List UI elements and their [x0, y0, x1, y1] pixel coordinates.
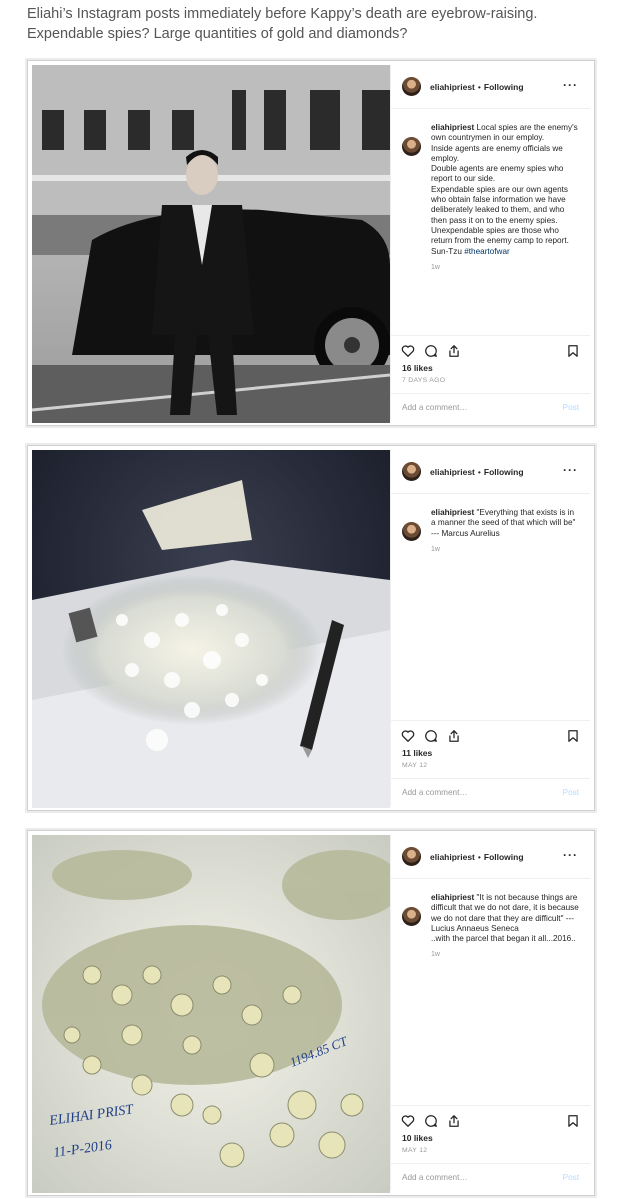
comment-icon[interactable] [424, 344, 438, 358]
caption-age: 1w [431, 951, 440, 959]
likes-count[interactable]: 10 likes [391, 1133, 590, 1143]
post-header: eliahipriest • Following ··· [391, 65, 590, 109]
username-link[interactable]: eliahipriest [430, 852, 475, 862]
post-caption: eliahipriest Local spies are the enemy's… [391, 109, 590, 273]
heart-icon[interactable] [401, 729, 415, 743]
action-bar [391, 335, 590, 363]
caption-avatar[interactable] [402, 907, 421, 926]
post-date: MAY 12 [402, 762, 428, 769]
likes-count[interactable]: 16 likes [391, 363, 590, 373]
hashtag-link[interactable]: #theartofwar [464, 247, 510, 256]
post-sidebar: eliahipriest • Following ··· eliahipries… [390, 835, 590, 1191]
post-comment-button[interactable]: Post [563, 1173, 579, 1182]
comment-icon[interactable] [424, 729, 438, 743]
avatar[interactable] [402, 847, 421, 866]
post-footer: 11 likes MAY 12 Add a comment… Post [391, 720, 590, 806]
caption-text: eliahipriest "Everything that exists is … [431, 508, 580, 555]
more-horizontal-icon[interactable]: ··· [563, 78, 578, 92]
following-button[interactable]: Following [484, 467, 524, 477]
intro-text: Eliahi’s Instagram posts immediately bef… [27, 6, 538, 42]
post-date: 7 DAYS AGO [402, 377, 446, 384]
username-link[interactable]: eliahipriest [430, 82, 475, 92]
photo-diamonds-handwriting-image: ELIHAI PRIST 11-P-2016 1194.85 CT [32, 835, 390, 1193]
share-icon[interactable] [447, 1114, 461, 1128]
bookmark-icon[interactable] [566, 344, 580, 358]
caption-username[interactable]: eliahipriest [431, 123, 474, 132]
caption-text: eliahipriest "It is not because things a… [431, 893, 580, 961]
comment-input[interactable]: Add a comment… [402, 1173, 468, 1182]
caption-avatar[interactable] [402, 522, 421, 541]
heart-icon[interactable] [401, 344, 415, 358]
more-horizontal-icon[interactable]: ··· [563, 848, 578, 862]
instagram-post-3: ELIHAI PRIST 11-P-2016 1194.85 CT eliahi… [27, 830, 595, 1196]
comment-box: Add a comment… Post [391, 393, 590, 421]
post-comment-button[interactable]: Post [563, 403, 579, 412]
following-button[interactable]: Following [484, 852, 524, 862]
post-header: eliahipriest • Following ··· [391, 450, 590, 494]
post-date: MAY 12 [402, 1147, 428, 1154]
separator-dot: • [477, 81, 481, 92]
post-footer: 16 likes 7 DAYS AGO Add a comment… Post [391, 335, 590, 421]
action-bar [391, 720, 590, 748]
likes-count[interactable]: 11 likes [391, 748, 590, 758]
comment-input[interactable]: Add a comment… [402, 403, 468, 412]
post-caption: eliahipriest "Everything that exists is … [391, 494, 590, 555]
heart-icon[interactable] [401, 1114, 415, 1128]
caption-username[interactable]: eliahipriest [431, 893, 474, 902]
post-sidebar: eliahipriest • Following ··· eliahipries… [390, 450, 590, 806]
caption-text: eliahipriest Local spies are the enemy's… [431, 123, 580, 273]
post-sidebar: eliahipriest • Following ··· eliahipries… [390, 65, 590, 421]
post-comment-button[interactable]: Post [563, 788, 579, 797]
avatar[interactable] [402, 462, 421, 481]
post-footer: 10 likes MAY 12 Add a comment… Post [391, 1105, 590, 1191]
share-icon[interactable] [447, 729, 461, 743]
post-header: eliahipriest • Following ··· [391, 835, 590, 879]
caption-body: Local spies are the enemy's own countrym… [431, 123, 578, 256]
instagram-post-2: eliahipriest • Following ··· eliahipries… [27, 445, 595, 811]
photo-man-by-car-image [32, 65, 390, 423]
post-photo-diamonds-pile[interactable] [32, 450, 390, 808]
photo-diamonds-pile-image [32, 450, 390, 808]
post-photo-man-by-car[interactable] [32, 65, 390, 423]
caption-avatar[interactable] [402, 137, 421, 156]
bookmark-icon[interactable] [566, 1114, 580, 1128]
bookmark-icon[interactable] [566, 729, 580, 743]
following-button[interactable]: Following [484, 82, 524, 92]
separator-dot: • [477, 851, 481, 862]
instagram-post-1: eliahipriest • Following ··· eliahipries… [27, 60, 595, 426]
caption-age: 1w [431, 263, 440, 271]
comment-box: Add a comment… Post [391, 1163, 590, 1191]
caption-age: 1w [431, 545, 440, 553]
more-horizontal-icon[interactable]: ··· [563, 463, 578, 477]
caption-username[interactable]: eliahipriest [431, 508, 474, 517]
action-bar [391, 1105, 590, 1133]
post-caption: eliahipriest "It is not because things a… [391, 879, 590, 961]
avatar[interactable] [402, 77, 421, 96]
share-icon[interactable] [447, 344, 461, 358]
comment-input[interactable]: Add a comment… [402, 788, 468, 797]
separator-dot: • [477, 466, 481, 477]
comment-icon[interactable] [424, 1114, 438, 1128]
username-link[interactable]: eliahipriest [430, 467, 475, 477]
comment-box: Add a comment… Post [391, 778, 590, 806]
post-photo-diamonds-handwriting[interactable]: ELIHAI PRIST 11-P-2016 1194.85 CT [32, 835, 390, 1193]
